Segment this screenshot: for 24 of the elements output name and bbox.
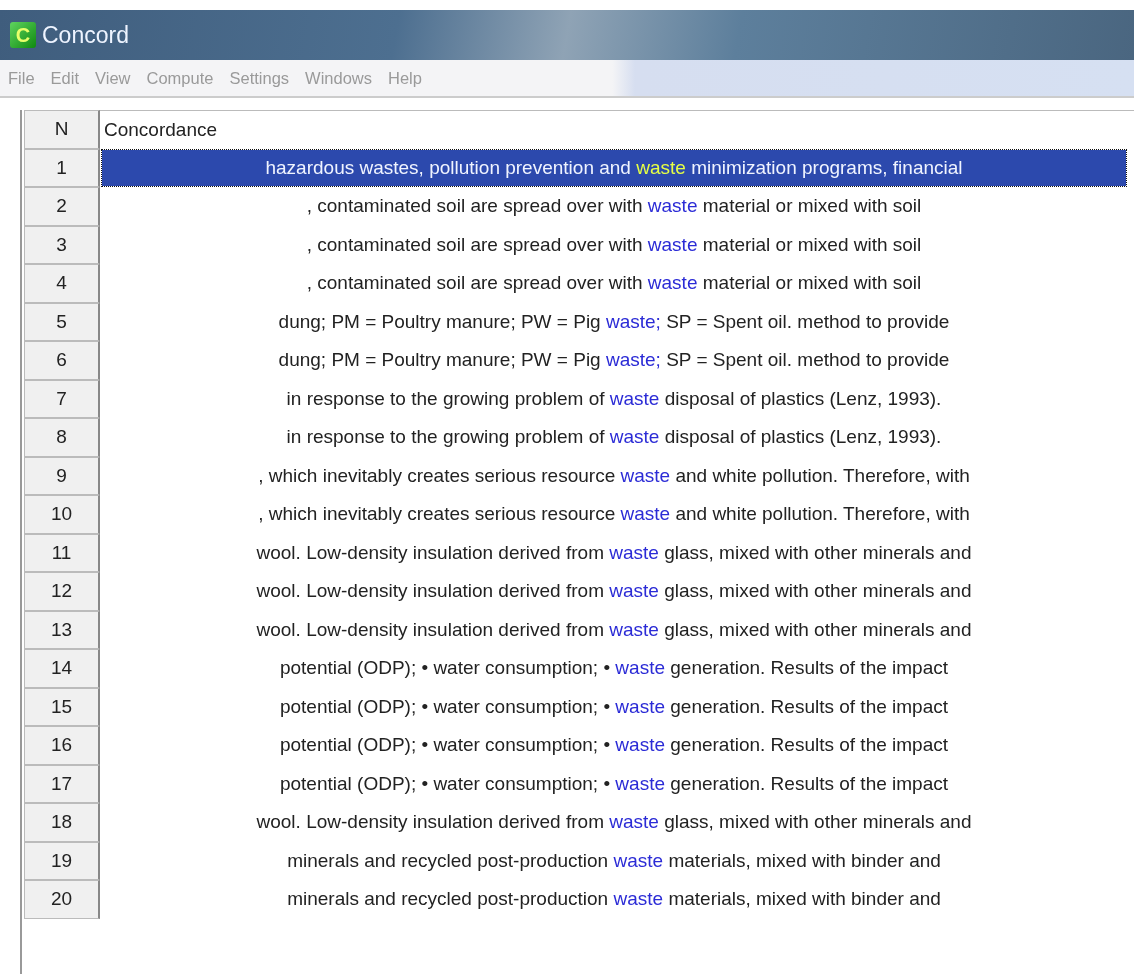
row-number: 16 bbox=[24, 726, 100, 765]
row-number: 9 bbox=[24, 456, 100, 495]
row-number: 12 bbox=[24, 572, 100, 611]
app-icon: C bbox=[10, 22, 36, 48]
row-number: 5 bbox=[24, 302, 100, 341]
row-number: 14 bbox=[24, 649, 100, 688]
row-number: 11 bbox=[24, 533, 100, 572]
column-header[interactable]: N bbox=[24, 110, 100, 149]
row-number: 15 bbox=[24, 687, 100, 726]
row-number: 6 bbox=[24, 341, 100, 380]
row-number: 1 bbox=[24, 148, 100, 187]
row-number: 4 bbox=[24, 264, 100, 303]
row-number: 3 bbox=[24, 225, 100, 264]
row-number: 17 bbox=[24, 764, 100, 803]
row-number: 19 bbox=[24, 841, 100, 880]
row-number: 13 bbox=[24, 610, 100, 649]
column-header[interactable]: Concordance bbox=[100, 110, 1134, 149]
row-number: 7 bbox=[24, 379, 100, 418]
window-title: Concord bbox=[42, 21, 129, 49]
row-number: 20 bbox=[24, 880, 100, 919]
row-number: 10 bbox=[24, 495, 100, 534]
row-number: 18 bbox=[24, 803, 100, 842]
row-number: 2 bbox=[24, 187, 100, 226]
row-number: 8 bbox=[24, 418, 100, 457]
